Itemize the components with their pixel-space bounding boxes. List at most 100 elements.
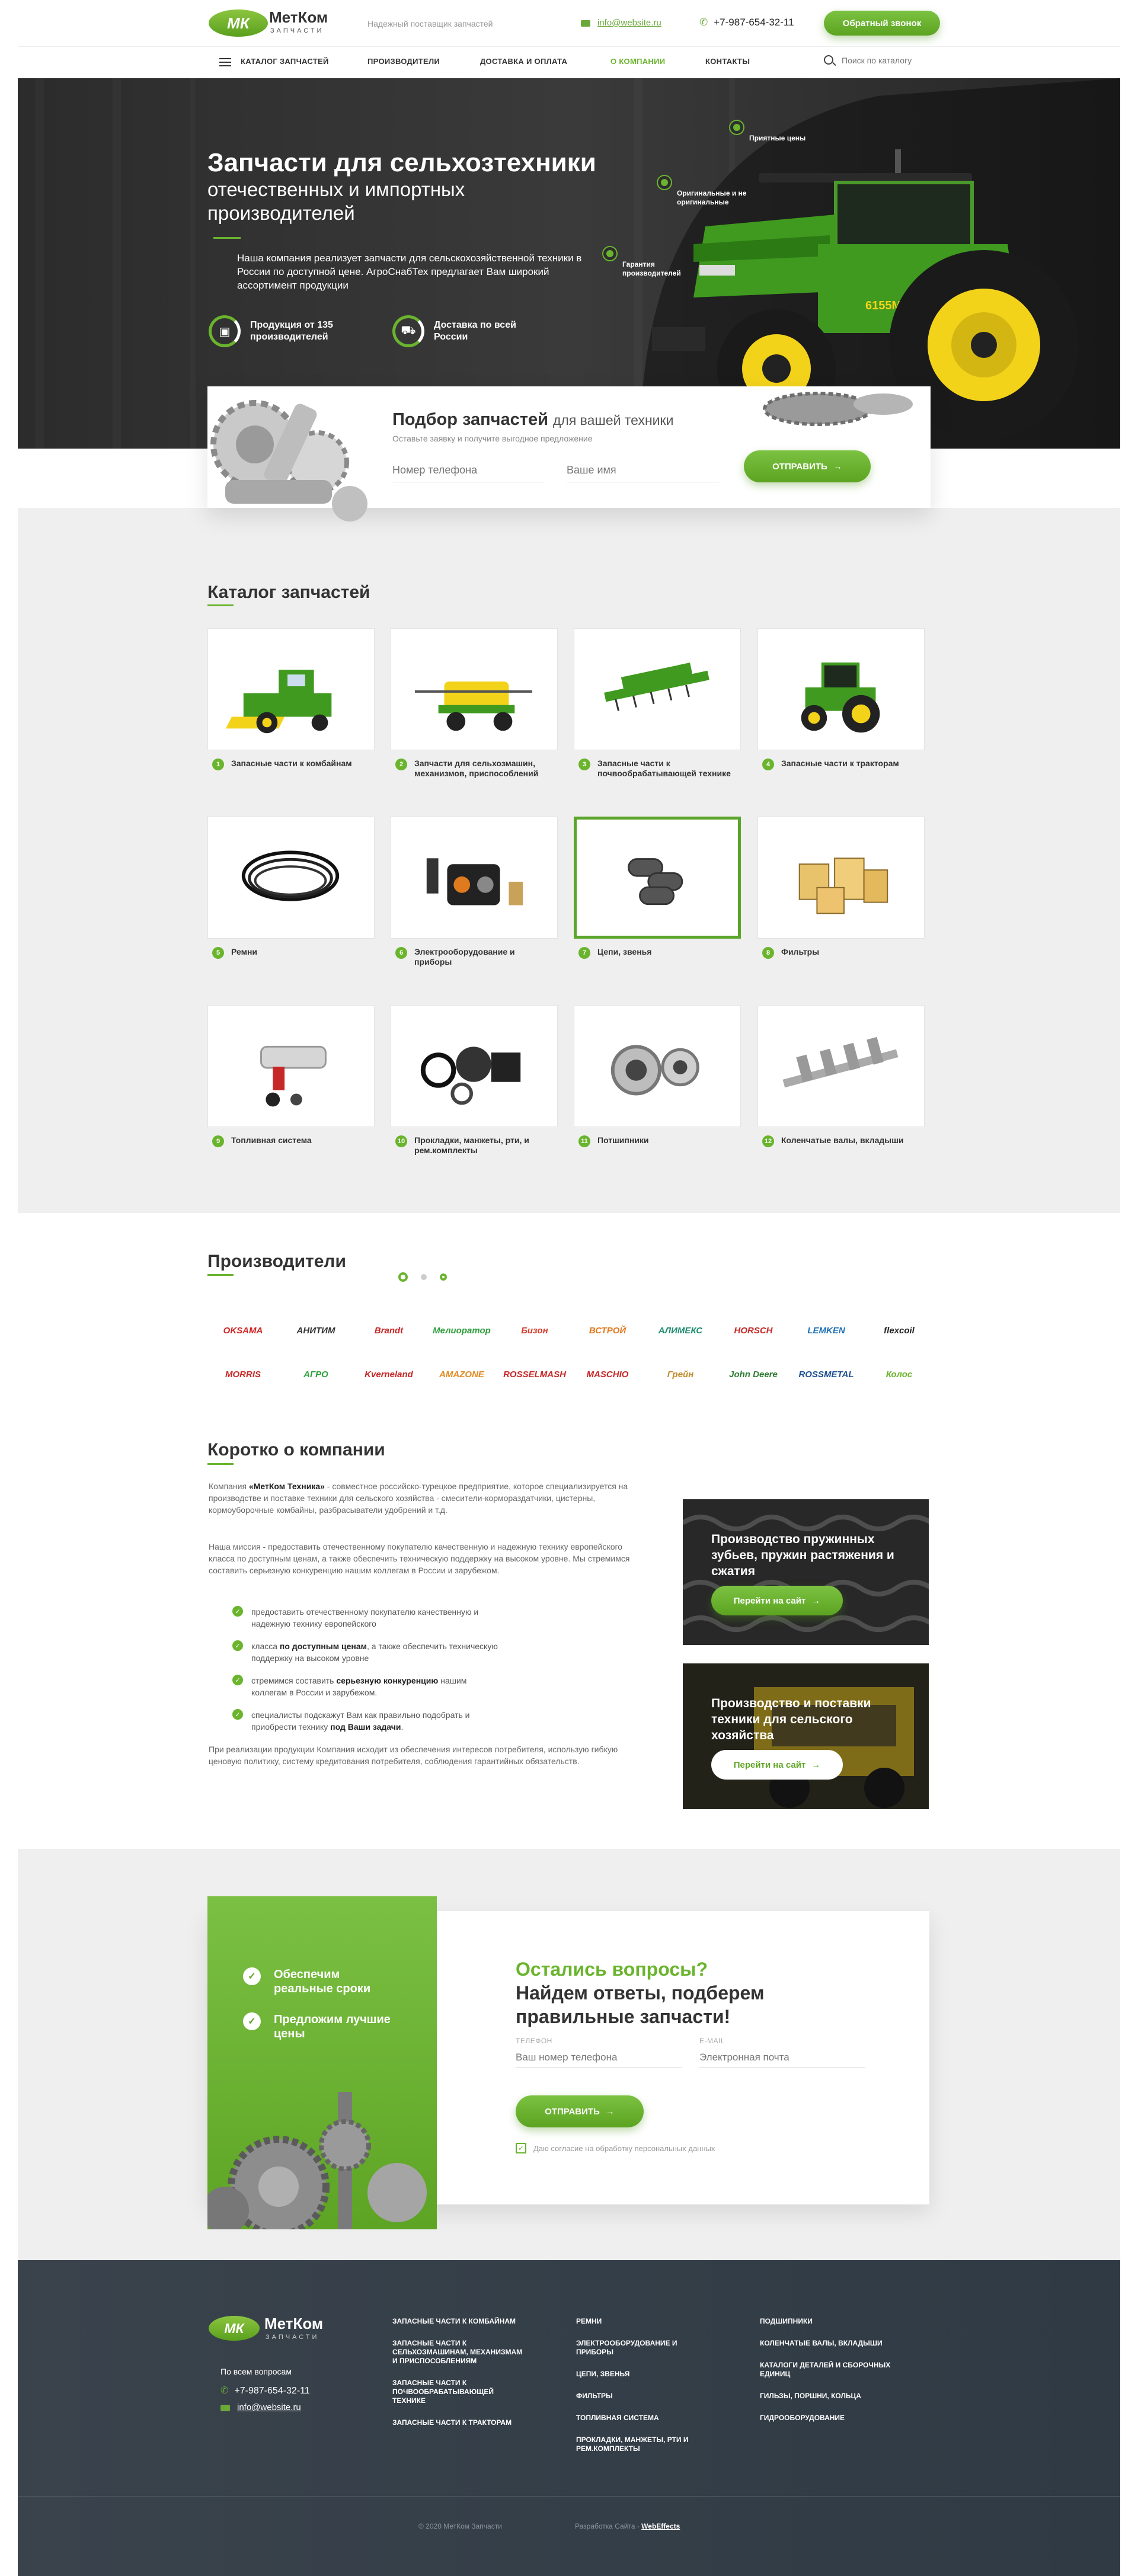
brand-logo[interactable]: MORRIS <box>207 1361 279 1388</box>
consent-checkbox[interactable]: ✓ Даю согласие на обработку персональных … <box>516 2143 715 2153</box>
catalog-item-label[interactable]: Электрооборудование и приборы <box>414 947 554 967</box>
footer-logo-name[interactable]: МетКом <box>264 2315 323 2333</box>
nav-catalog[interactable]: КАТАЛОГ ЗАПЧАСТЕЙ <box>241 57 329 66</box>
request-phone-input[interactable] <box>392 459 545 482</box>
contact-email-input[interactable] <box>699 2047 865 2068</box>
footer-phone[interactable]: ✆ +7-987-654-32-11 <box>220 2385 310 2396</box>
catalog-card[interactable] <box>574 1005 741 1127</box>
brand-logo[interactable]: ВСТРОЙ <box>572 1317 643 1344</box>
catalog-card[interactable] <box>757 1005 925 1127</box>
callback-button[interactable]: Обратный звонок <box>824 11 940 36</box>
header-email[interactable]: info@website.ru <box>581 18 661 28</box>
footer-link[interactable]: КОЛЕНЧАТЫЕ ВАЛЫ, ВКЛАДЫШИ <box>760 2339 896 2348</box>
brand-logo[interactable]: Колос <box>864 1361 935 1388</box>
brand-logo[interactable]: John Deere <box>718 1361 789 1388</box>
catalog-item-label[interactable]: Ремни <box>231 947 370 957</box>
menu-icon[interactable] <box>219 58 231 66</box>
catalog-card[interactable] <box>757 817 925 939</box>
catalog-card[interactable] <box>391 817 558 939</box>
catalog-card[interactable] <box>757 628 925 750</box>
brand-logo[interactable]: Brandt <box>353 1317 424 1344</box>
catalog-card[interactable] <box>207 628 375 750</box>
brand-logo[interactable]: HORSCH <box>718 1317 789 1344</box>
pagination-dot[interactable] <box>398 1272 408 1282</box>
logo-name[interactable]: МетКом <box>269 8 328 27</box>
footer-link[interactable]: ФИЛЬТРЫ <box>576 2392 712 2401</box>
phone-number[interactable]: +7-987-654-32-11 <box>714 17 794 28</box>
request-submit-button[interactable]: ОТПРАВИТЬ → <box>744 450 871 482</box>
brand-logo[interactable]: Kverneland <box>353 1361 424 1388</box>
search-icon[interactable] <box>824 55 833 65</box>
footer-link[interactable]: ГИЛЬЗЫ, ПОРШНИ, КОЛЬЦА <box>760 2392 896 2401</box>
footer-link[interactable]: ТОПЛИВНАЯ СИСТЕМА <box>576 2414 712 2423</box>
search-input[interactable] <box>842 53 942 68</box>
brand-logo[interactable]: flexcoil <box>864 1317 935 1344</box>
request-name-input[interactable] <box>567 459 720 482</box>
catalog-item-label[interactable]: Запасные части к почвообрабатывающей тех… <box>597 759 737 779</box>
brand-logo[interactable]: Мелиоратор <box>426 1317 497 1344</box>
catalog-card[interactable] <box>207 1005 375 1127</box>
catalog-item-label[interactable]: Потшипники <box>597 1135 737 1145</box>
brand-logo[interactable]: LEMKEN <box>791 1317 862 1344</box>
email-link[interactable]: info@website.ru <box>597 18 661 28</box>
nav-about[interactable]: О КОМПАНИИ <box>610 57 665 66</box>
footer-logo-mark[interactable]: МК <box>209 2316 260 2341</box>
nav-producers[interactable]: ПРОИЗВОДИТЕЛИ <box>367 57 440 66</box>
promo-button[interactable]: Перейти на сайт → <box>711 1586 843 1615</box>
catalog-item-label[interactable]: Запасные части к тракторам <box>781 759 920 769</box>
pagination-dot[interactable] <box>421 1274 427 1280</box>
request-title-rest: для вашей техники <box>552 412 674 428</box>
brand-logo[interactable]: АЛИМЕКС <box>645 1317 716 1344</box>
footer-link[interactable]: ЗАПАСНЫЕ ЧАСТИ К ТРАКТОРАМ <box>392 2418 529 2427</box>
catalog-card[interactable] <box>207 817 375 939</box>
brand-logo[interactable]: ROSSELMASH <box>499 1361 570 1388</box>
brand-logo[interactable]: АНИТИМ <box>280 1317 351 1344</box>
text: Компания <box>209 1481 249 1491</box>
email-link[interactable]: info@website.ru <box>237 2402 301 2412</box>
catalog-item-label[interactable]: Топливная система <box>231 1135 370 1145</box>
footer-link[interactable]: ЗАПАСНЫЕ ЧАСТИ К ПОЧВООБРАБАТЫВАЮЩЕЙ ТЕХ… <box>392 2379 529 2405</box>
footer-link[interactable]: КАТАЛОГИ ДЕТАЛЕЙ И СБОРОЧНЫХ ЕДИНИЦ <box>760 2361 896 2379</box>
catalog-item-label[interactable]: Коленчатые валы, вкладыши <box>781 1135 920 1145</box>
logo-mark[interactable]: МК <box>209 9 268 37</box>
promo-button[interactable]: Перейти на сайт → <box>711 1750 843 1780</box>
truck-icon: ⛟ <box>392 315 424 347</box>
brand-logo[interactable]: Грейн <box>645 1361 716 1388</box>
brand-logo[interactable]: ROSSMETAL <box>791 1361 862 1388</box>
brand-logo[interactable]: AMAZONE <box>426 1361 497 1388</box>
brand-logo[interactable]: OKSAMA <box>207 1317 279 1344</box>
phone-number[interactable]: +7-987-654-32-11 <box>234 2386 309 2396</box>
footer-link[interactable]: ЭЛЕКТРООБОРУДОВАНИЕ И ПРИБОРЫ <box>576 2339 712 2357</box>
footer-link[interactable]: РЕМНИ <box>576 2317 712 2326</box>
brand-logo[interactable]: MASCHIO <box>572 1361 643 1388</box>
catalog-item-label[interactable]: Прокладки, манжеты, рти, и рем.комплекты <box>414 1135 554 1156</box>
footer-link[interactable]: ПОДШИПНИКИ <box>760 2317 896 2326</box>
catalog-card[interactable] <box>391 628 558 750</box>
footer-link[interactable]: ПРОКЛАДКИ, МАНЖЕТЫ, РТИ И РЕМ.КОМПЛЕКТЫ <box>576 2436 712 2453</box>
catalog-item-label[interactable]: Цепи, звенья <box>597 947 737 957</box>
checkbox-check-icon[interactable]: ✓ <box>516 2143 526 2153</box>
catalog-item-label[interactable]: Запасные части к комбайнам <box>231 759 370 769</box>
nav-delivery[interactable]: ДОСТАВКА И ОПЛАТА <box>480 57 567 66</box>
footer-link[interactable]: ЗАПАСНЫЕ ЧАСТИ К КОМБАЙНАМ <box>392 2317 529 2326</box>
catalog-card[interactable] <box>574 628 741 750</box>
checklist-item: ✓ стремимся составить серьезную конкуренц… <box>232 1675 500 1698</box>
promo-title: Производство пружинных зубьев, пружин ра… <box>711 1532 894 1578</box>
catalog-item-label[interactable]: Запчасти для сельхозмашин, механизмов, п… <box>414 759 554 779</box>
footer-link[interactable]: ЦЕПИ, ЗВЕНЬЯ <box>576 2370 712 2379</box>
pagination-dot[interactable] <box>440 1273 447 1281</box>
footer-logo-subtitle: ЗАПЧАСТИ <box>266 2334 319 2341</box>
brand-logo[interactable]: Бизон <box>499 1317 570 1344</box>
nav-contacts[interactable]: КОНТАКТЫ <box>705 57 750 66</box>
catalog-item-label[interactable]: Фильтры <box>781 947 920 957</box>
developer-link[interactable]: WebEffects <box>641 2522 680 2530</box>
footer-link[interactable]: ГИДРООБОРУДОВАНИЕ <box>760 2414 896 2423</box>
header-phone[interactable]: ✆ +7-987-654-32-11 <box>699 17 794 28</box>
contact-submit-button[interactable]: ОТПРАВИТЬ → <box>516 2095 644 2127</box>
catalog-card[interactable] <box>391 1005 558 1127</box>
footer-email[interactable]: info@website.ru <box>220 2402 301 2412</box>
footer-link[interactable]: ЗАПАСНЫЕ ЧАСТИ К СЕЛЬХОЗМАШИНАМ, МЕХАНИЗ… <box>392 2339 529 2366</box>
catalog-card[interactable] <box>574 817 741 939</box>
brand-logo[interactable]: АГРО <box>280 1361 351 1388</box>
contact-phone-input[interactable] <box>516 2047 682 2068</box>
